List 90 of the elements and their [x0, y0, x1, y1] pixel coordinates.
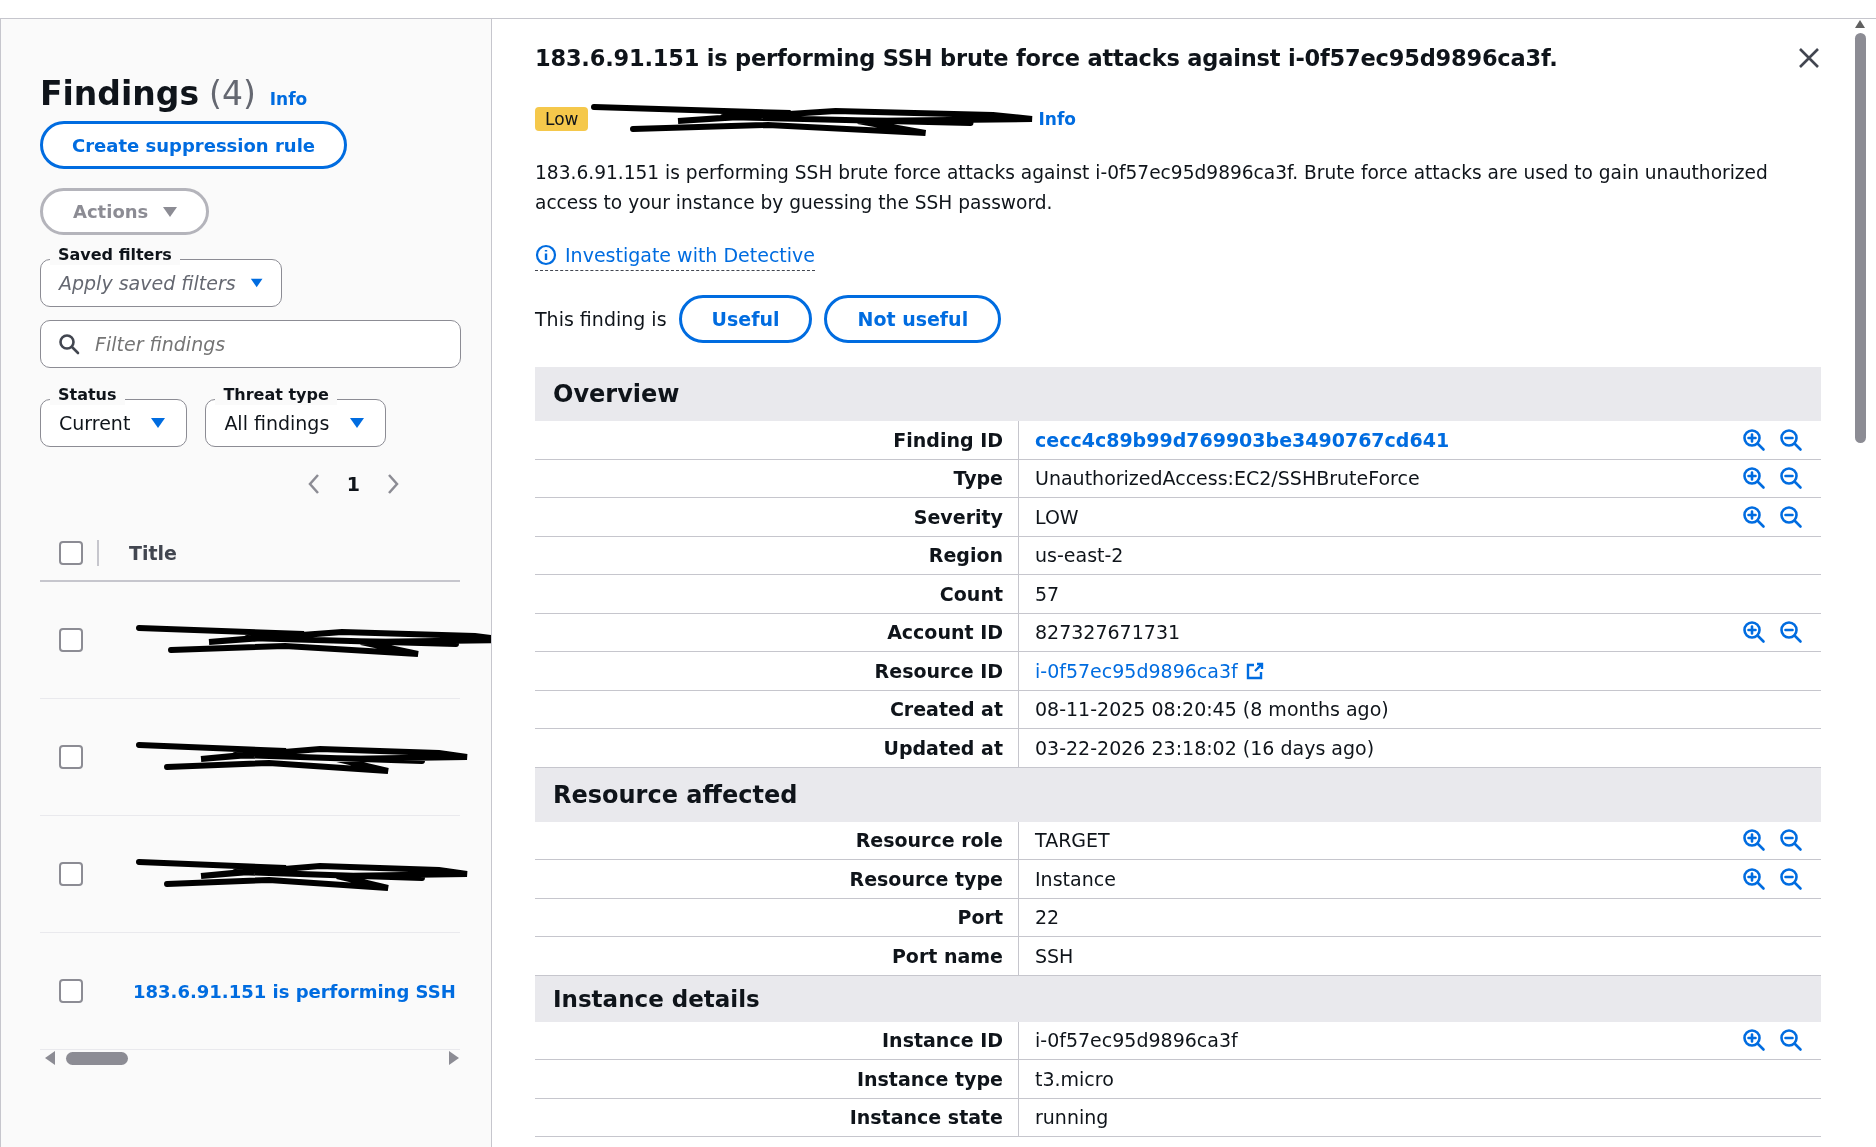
detail-value: SSH: [1035, 944, 1074, 967]
caret-icon: [162, 205, 179, 218]
caret-icon: [150, 417, 167, 429]
feedback-button[interactable]: Useful: [678, 295, 813, 343]
filter-out-icon[interactable]: [1779, 427, 1803, 452]
detail-value: t3.micro: [1035, 1067, 1114, 1090]
finding-id-link[interactable]: cecc4c89b99d769903be3490767cd641: [1035, 428, 1450, 451]
detail-label: Resource ID: [535, 652, 1019, 690]
section-header: Instance details: [535, 975, 1821, 1022]
detail-label: Region: [535, 536, 1019, 574]
filter-in-icon[interactable]: [1742, 427, 1766, 452]
detail-label: Severity: [535, 498, 1019, 536]
detail-label: Count: [535, 575, 1019, 613]
detail-label: Type: [535, 459, 1019, 497]
detail-label: Port: [535, 898, 1019, 936]
detail-label: Updated at: [535, 729, 1019, 767]
detail-value: TARGET: [1035, 829, 1110, 852]
caret-icon: [349, 417, 366, 429]
field-label: Status: [50, 385, 125, 405]
filter-out-icon[interactable]: [1779, 866, 1803, 891]
info-link[interactable]: Info: [1038, 109, 1076, 129]
detail-value: i-0f57ec95d9896ca3f: [1035, 1029, 1238, 1052]
column-header[interactable]: Title: [129, 542, 177, 564]
detail-value: us-east-2: [1035, 544, 1124, 567]
filter-out-icon[interactable]: [1779, 1028, 1803, 1053]
external-link-icon[interactable]: [1245, 661, 1264, 680]
scroll-up-icon[interactable]: [1854, 19, 1866, 29]
row-checkbox[interactable]: [59, 979, 83, 1003]
filter-out-icon[interactable]: [1779, 828, 1803, 853]
detail-value: 22: [1035, 906, 1060, 929]
detail-value: UnauthorizedAccess:EC2/SSHBruteForce: [1035, 467, 1420, 490]
detail-label: Port name: [535, 937, 1019, 975]
detail-label: Resource role: [535, 821, 1019, 859]
detail-value: running: [1035, 1106, 1109, 1129]
filter-in-icon[interactable]: [1742, 504, 1766, 529]
scrollbar-thumb[interactable]: [66, 1051, 128, 1065]
detail-label: Instance state: [535, 1098, 1019, 1136]
search-field[interactable]: Filter findings: [40, 320, 461, 368]
search-icon: [58, 333, 80, 355]
filter-select[interactable]: Current: [40, 399, 188, 447]
filter-in-icon[interactable]: [1742, 1028, 1766, 1053]
row-checkbox[interactable]: [59, 745, 83, 769]
detail-label: Account ID: [535, 613, 1019, 651]
close-icon[interactable]: [1798, 47, 1820, 69]
select-all-checkbox[interactable]: [59, 541, 83, 565]
detail-value: 08-11-2025 08:20:45 (8 months ago): [1035, 698, 1389, 721]
filter-out-icon[interactable]: [1779, 466, 1803, 491]
severity-badge: Low: [535, 107, 589, 131]
scrollbar-thumb[interactable]: [1854, 33, 1866, 443]
saved-filters-select[interactable]: Apply saved filters: [40, 259, 282, 307]
detail-label: Finding ID: [535, 421, 1019, 459]
feedback-prompt: This finding is: [535, 308, 667, 330]
investigate-link[interactable]: Investigate with Detective: [535, 244, 815, 271]
resource-id-link[interactable]: i-0f57ec95d9896ca3f: [1035, 659, 1238, 682]
detail-value: Instance: [1035, 867, 1116, 890]
create-suppression-rule-button[interactable]: Create suppression rule: [40, 121, 348, 169]
panel-title: Findings: [40, 74, 200, 113]
section-header: Overview: [535, 367, 1821, 421]
filter-in-icon[interactable]: [1742, 620, 1766, 645]
scroll-right-icon[interactable]: [448, 1050, 460, 1066]
filter-in-icon[interactable]: [1742, 866, 1766, 891]
field-label: Threat type: [215, 385, 337, 405]
filter-out-icon[interactable]: [1779, 504, 1803, 529]
detail-value: LOW: [1035, 505, 1079, 528]
info-link[interactable]: Info: [269, 89, 308, 109]
next-page-icon[interactable]: [386, 473, 400, 495]
info-icon: [535, 244, 557, 266]
finding-description: 183.6.91.151 is performing SSH brute force attacks against i-0f57ec95d9896ca3f. Brute force attacks are used to gain unauthorized access to your instance by guessing the SSH password.: [535, 161, 1769, 215]
section-header: Resource affected: [535, 767, 1821, 822]
detail-value: 03-22-2026 23:18:02 (16 days ago): [1035, 736, 1375, 759]
scroll-left-icon[interactable]: [44, 1050, 56, 1066]
finding-title: 183.6.91.151 is performing SSH brute force attacks against i-0f57ec95d9896ca3f.: [535, 45, 1558, 71]
caret-icon: [249, 277, 263, 289]
finding-title-link[interactable]: 183.6.91.151 is performing SSH: [133, 980, 456, 1002]
detail-label: Resource type: [535, 860, 1019, 898]
detail-value: 57: [1035, 582, 1060, 605]
detail-label: Instance type: [535, 1060, 1019, 1098]
filter-out-icon[interactable]: [1779, 620, 1803, 645]
feedback-button[interactable]: Not useful: [824, 295, 1002, 343]
filter-in-icon[interactable]: [1742, 828, 1766, 853]
detail-label: Instance ID: [535, 1021, 1019, 1059]
previous-page-icon[interactable]: [306, 473, 321, 495]
page-number[interactable]: 1: [346, 473, 360, 495]
detail-label: Created at: [535, 690, 1019, 728]
filter-in-icon[interactable]: [1742, 466, 1766, 491]
findings-count: (4): [209, 74, 256, 113]
row-checkbox[interactable]: [59, 862, 83, 886]
field-label: Saved filters: [50, 245, 180, 265]
detail-value: 827327671731: [1035, 621, 1181, 644]
row-checkbox[interactable]: [59, 628, 83, 652]
